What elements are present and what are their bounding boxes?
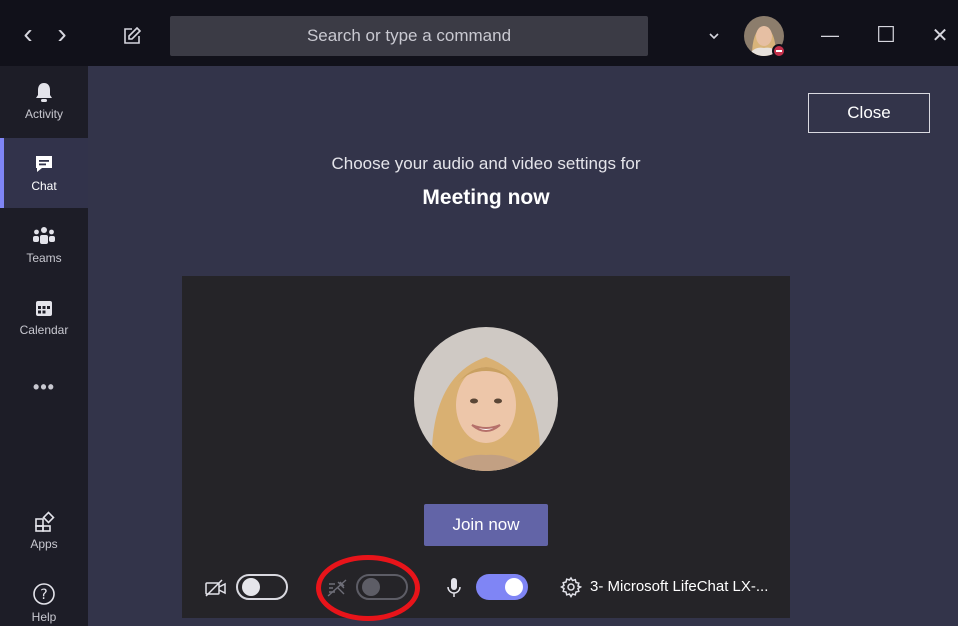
sidebar-item-activity[interactable]: Activity	[0, 66, 88, 136]
audio-device-label[interactable]: 3- Microsoft LifeChat LX-...	[590, 578, 768, 595]
new-chat-button[interactable]	[118, 22, 146, 50]
sidebar-item-label: Chat	[31, 179, 57, 193]
prejoin-subtitle: Choose your audio and video settings for	[331, 154, 641, 173]
forward-button[interactable]: ›	[48, 18, 76, 50]
microphone-icon	[447, 578, 461, 597]
calendar-icon	[36, 301, 52, 316]
teams-icon	[33, 227, 55, 244]
settings-gear-icon[interactable]	[560, 576, 582, 598]
sidebar-item-label: Activity	[24, 107, 63, 121]
bell-icon	[36, 83, 52, 102]
sidebar-item-apps[interactable]: Apps	[0, 496, 88, 566]
chevron-down-icon	[709, 33, 719, 40]
back-button[interactable]: ‹	[14, 18, 42, 50]
sidebar-item-chat[interactable]: Chat	[0, 138, 88, 208]
title-bar: ‹ › Search or type a command — ☐ ✕	[0, 0, 958, 66]
app-bar: Activity Chat Teams Calendar ••• Apps ? …	[0, 66, 88, 626]
microphone-toggle[interactable]	[476, 574, 528, 600]
more-icon: •••	[33, 376, 55, 397]
sidebar-item-teams[interactable]: Teams	[0, 210, 88, 280]
maximize-button[interactable]: ☐	[872, 20, 900, 50]
chat-icon	[36, 156, 52, 172]
meeting-title: Meeting now	[422, 186, 550, 209]
search-input[interactable]: Search or type a command	[170, 16, 648, 56]
camera-toggle[interactable]	[236, 574, 288, 600]
camera-off-icon	[205, 579, 226, 597]
highlight-annotation	[316, 555, 420, 621]
join-now-button[interactable]: Join now	[424, 504, 548, 546]
camera-toggle-knob	[242, 578, 260, 596]
video-preview-panel: Join now 3- Microsoft LifeChat LX-...	[182, 276, 790, 618]
minimize-button[interactable]: —	[816, 20, 844, 50]
sidebar-item-label: Calendar	[19, 323, 69, 337]
compose-icon	[124, 26, 142, 44]
user-photo	[414, 327, 558, 471]
presence-dnd-badge	[772, 44, 786, 58]
sidebar-item-label: Apps	[30, 537, 58, 551]
sidebar-item-help[interactable]: ? Help	[0, 568, 88, 626]
help-icon: ?	[33, 583, 55, 605]
mic-toggle-knob	[505, 578, 523, 596]
sidebar-item-label: Teams	[26, 251, 62, 265]
close-button[interactable]: Close	[808, 93, 930, 133]
teams-window: ‹ › Search or type a command — ☐ ✕ Activ…	[0, 0, 958, 626]
sidebar-item-more[interactable]: •••	[0, 352, 88, 422]
sidebar-item-label: Help	[31, 610, 57, 624]
profile-dropdown-button[interactable]	[702, 26, 726, 46]
apps-icon	[35, 511, 55, 532]
avatar	[414, 327, 558, 471]
sidebar-item-calendar[interactable]: Calendar	[0, 282, 88, 352]
window-close-button[interactable]: ✕	[926, 20, 954, 50]
svg-text:?: ?	[40, 587, 47, 603]
